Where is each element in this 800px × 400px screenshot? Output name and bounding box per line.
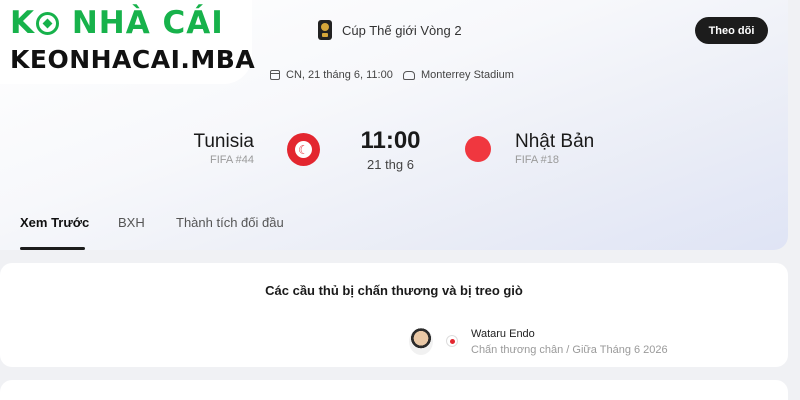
site-logo[interactable]: K NHÀ CÁI KEONHACAI.MBA [0,0,256,84]
world-cup-trophy-icon [318,20,332,40]
tab-standings[interactable]: BXH [118,215,145,230]
calendar-icon [270,70,280,80]
logo-line2: KEONHACAI.MBA [10,45,256,74]
injuries-title: Các cầu thủ bị chấn thương và bị treo gi… [265,283,523,298]
away-team-rank: FIFA #18 [515,154,560,166]
japan-flag-icon [446,335,458,347]
japan-flag-icon[interactable] [465,136,491,162]
kickoff-time: 11:00 [360,127,421,154]
stadium-icon [403,70,415,80]
tunisia-flag-icon[interactable]: ☾ [287,133,320,166]
tab-preview[interactable]: Xem Trước [20,215,89,230]
match-venue-text: Monterrey Stadium [421,69,514,81]
match-datetime-text: CN, 21 tháng 6, 11:00 [286,69,393,81]
player-injury-status: Chấn thương chân / Giữa Tháng 6 2026 [471,344,668,356]
match-datetime: CN, 21 tháng 6, 11:00 [270,69,393,81]
logo-line1: K NHÀ CÁI [10,5,224,41]
tab-head-to-head[interactable]: Thành tích đối đầu [176,215,284,230]
competition-name: Cúp Thế giới Vòng 2 [342,22,462,38]
match-venue: Monterrey Stadium [403,69,514,81]
logo-line1-suffix: NHÀ CÁI [60,5,224,41]
injuries-card: Các cầu thủ bị chấn thương và bị treo gi… [0,263,788,367]
logo-line1-prefix: K [10,5,36,41]
player-avatar[interactable] [409,328,433,355]
follow-button[interactable]: Theo dõi [695,17,768,44]
next-section-card [0,380,788,400]
competition[interactable]: Cúp Thế giới Vòng 2 [318,20,462,40]
kickoff-date: 21 thg 6 [367,157,414,172]
active-tab-indicator [20,247,85,250]
player-name[interactable]: Wataru Endo [471,328,535,340]
home-team-name[interactable]: Tunisia [193,131,254,153]
home-team-rank: FIFA #44 [209,154,254,166]
soccer-ball-icon [36,12,60,35]
away-team-name[interactable]: Nhật Bản [515,131,594,153]
